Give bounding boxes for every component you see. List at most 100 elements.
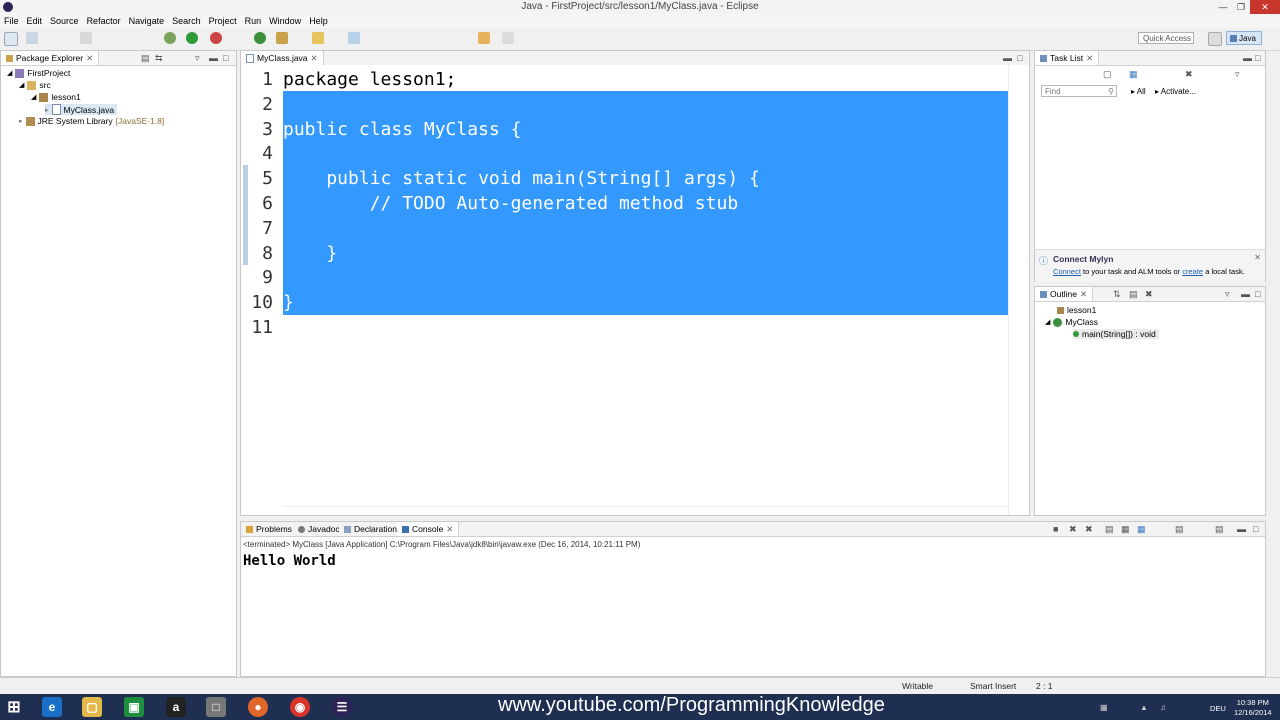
code-line[interactable]: public static void main(String[] args) { [283, 168, 759, 189]
collapse-all-icon[interactable]: ▤ [1129, 289, 1138, 300]
eclipse-taskbar-icon[interactable]: ☰ [332, 697, 352, 717]
code-line[interactable]: public class MyClass { [283, 119, 521, 140]
input-language[interactable]: DEU [1210, 704, 1226, 713]
menu-file[interactable]: File [0, 16, 23, 26]
search-icon[interactable] [312, 32, 324, 44]
file-explorer-icon[interactable]: ▢ [82, 697, 102, 717]
view-menu-icon[interactable]: ▿ [195, 53, 200, 64]
pin-console-icon[interactable]: ▤ [1175, 524, 1184, 535]
collapse-all-icon[interactable]: ▤ [141, 53, 150, 64]
run-icon[interactable] [186, 32, 198, 44]
outline-item-package[interactable]: lesson1 [1057, 305, 1096, 315]
tab-task-list[interactable]: Task List ✕ [1035, 51, 1100, 65]
remove-launch-icon[interactable]: ✖ [1069, 524, 1077, 535]
internet-explorer-icon[interactable]: e [42, 697, 62, 717]
minimize-view-icon[interactable]: ▬ [1237, 524, 1246, 534]
console-output[interactable]: Hello World [243, 553, 336, 569]
toggle-mark-icon[interactable] [348, 32, 360, 44]
tab-console[interactable]: Console ✕ [397, 522, 460, 536]
menu-navigate[interactable]: Navigate [125, 16, 169, 26]
tab-problems[interactable]: Problems [241, 522, 298, 536]
debug-icon[interactable] [164, 32, 176, 44]
overview-ruler[interactable] [1008, 65, 1029, 515]
tree-project[interactable]: ◢ FirstProject [7, 68, 70, 78]
system-clock[interactable]: 10:38 PM 12/16/2014 [1234, 698, 1272, 718]
restore-icon[interactable]: ❐ [1232, 0, 1250, 14]
maximize-view-icon[interactable]: □ [1255, 289, 1260, 299]
tab-myclass-java[interactable]: MyClass.java ✕ [241, 51, 324, 65]
maximize-view-icon[interactable]: □ [1255, 53, 1260, 63]
code-line[interactable]: // TODO Auto-generated method stub [283, 193, 738, 214]
menu-edit[interactable]: Edit [23, 16, 47, 26]
menu-search[interactable]: Search [168, 16, 205, 26]
tray-icon[interactable]: ▦ [1100, 703, 1108, 712]
find-input[interactable]: Find ⚲ [1041, 85, 1117, 97]
activate-task-link[interactable]: ▸ Activate... [1155, 87, 1196, 96]
hide-fields-icon[interactable]: ✖ [1145, 289, 1153, 300]
close-icon[interactable]: ✕ [1254, 253, 1261, 262]
close-icon[interactable]: ✕ [1250, 0, 1280, 14]
sort-icon[interactable]: ⇅ [1113, 289, 1121, 300]
save-icon[interactable] [26, 32, 38, 44]
firefox-icon[interactable]: ● [248, 697, 268, 717]
filter-all-link[interactable]: ▸ All [1131, 87, 1146, 96]
expand-icon[interactable]: ◢ [19, 81, 24, 89]
expand-icon[interactable]: ◢ [31, 93, 36, 101]
close-icon[interactable]: ✕ [1080, 289, 1087, 300]
close-icon[interactable]: ✕ [1086, 53, 1093, 64]
menu-help[interactable]: Help [305, 16, 332, 26]
outline-item-class[interactable]: ◢ MyClass [1045, 317, 1098, 327]
terminate-icon[interactable]: ■ [1053, 524, 1058, 534]
tree-file[interactable]: ▸ MyClass.java [45, 104, 118, 115]
menu-window[interactable]: Window [265, 16, 305, 26]
mylyn-create-link[interactable]: create [1182, 267, 1203, 276]
new-task-icon[interactable]: ▢ [1103, 69, 1112, 80]
menu-refactor[interactable]: Refactor [83, 16, 125, 26]
amazon-icon[interactable]: a [166, 697, 186, 717]
code-line[interactable]: } [283, 243, 337, 264]
expand-icon[interactable]: ◢ [7, 69, 12, 77]
volume-icon[interactable]: ♫ [1160, 703, 1166, 712]
outline-item-method[interactable]: main(String[]) : void [1073, 329, 1159, 339]
open-perspective-icon[interactable] [1208, 32, 1222, 46]
categorized-icon[interactable]: ▦ [1129, 69, 1138, 80]
minimize-view-icon[interactable]: ▬ [1241, 289, 1250, 299]
open-console-icon[interactable]: ▤ [1215, 524, 1224, 535]
new-java-class-icon[interactable] [254, 32, 266, 44]
store-icon[interactable]: ▣ [124, 697, 144, 717]
network-icon[interactable]: ▲ [1140, 703, 1148, 712]
close-icon[interactable]: ✕ [446, 524, 453, 535]
menu-source[interactable]: Source [46, 16, 83, 26]
collapse-all-icon[interactable]: ✖ [1185, 69, 1193, 80]
tree-jre[interactable]: ▸ JRE System Library [JavaSE-1.8] [19, 116, 164, 126]
code-area[interactable]: 1 2 3 4 5 6 7 8 9 10 11 package lesson1;… [241, 65, 1029, 515]
link-editor-icon[interactable]: ⇆ [155, 53, 163, 64]
code-line[interactable]: package lesson1; [283, 69, 456, 90]
maximize-view-icon[interactable]: □ [223, 53, 228, 63]
windows-start-icon[interactable]: ⊞ [4, 697, 24, 717]
remove-all-icon[interactable]: ✖ [1085, 524, 1093, 535]
mylyn-connect-link[interactable]: Connect [1053, 267, 1081, 276]
minimize-view-icon[interactable]: ▬ [209, 53, 218, 63]
close-icon[interactable]: ✕ [86, 53, 93, 64]
tab-declaration[interactable]: Declaration [339, 522, 403, 536]
tab-outline[interactable]: Outline ✕ [1035, 287, 1094, 301]
minimize-view-icon[interactable]: ▬ [1243, 53, 1252, 63]
collapse-arrow-icon[interactable]: ▸ [45, 106, 49, 114]
window-app-icon[interactable]: □ [206, 697, 226, 717]
clear-console-icon[interactable]: ▤ [1105, 524, 1114, 535]
close-icon[interactable]: ✕ [311, 53, 318, 64]
code-line[interactable]: } [283, 292, 294, 313]
menu-run[interactable]: Run [241, 16, 266, 26]
menu-project[interactable]: Project [205, 16, 241, 26]
maximize-view-icon[interactable]: □ [1017, 53, 1022, 63]
print-icon[interactable] [80, 32, 92, 44]
maximize-view-icon[interactable]: □ [1253, 524, 1258, 534]
chrome-icon[interactable]: ◉ [290, 697, 310, 717]
tree-src-folder[interactable]: ◢ src [19, 80, 51, 90]
scroll-lock-icon[interactable]: ▦ [1121, 524, 1130, 535]
forward-icon[interactable] [502, 32, 514, 44]
minimize-icon[interactable]: — [1214, 0, 1232, 14]
back-icon[interactable] [478, 32, 490, 44]
quick-access-field[interactable]: Quick Access [1138, 32, 1194, 44]
